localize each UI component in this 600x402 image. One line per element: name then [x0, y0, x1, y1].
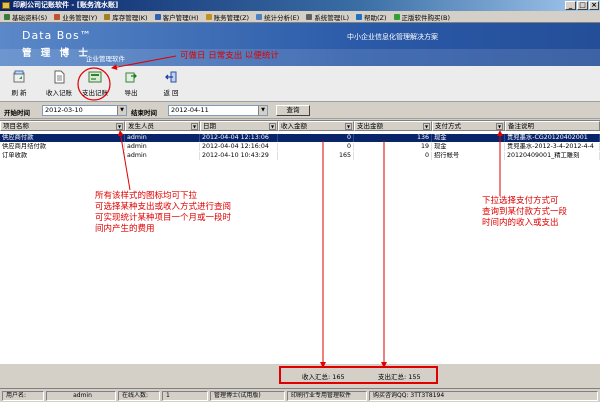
ledger-icon: [88, 70, 102, 84]
dropdown-filter-icon[interactable]: ▼: [116, 123, 123, 130]
window-title: 印刷公司记账软件 - [账务流水账]: [13, 1, 119, 9]
table-row[interactable]: 供应商月结付款 admin 2012-04-04 12:16:04 0 19 现…: [0, 143, 600, 151]
slogan: 中小企业信息化管理解决方案: [347, 33, 438, 41]
online-count: 1: [162, 391, 208, 401]
refresh-icon: [12, 70, 26, 84]
status-bar: 用户名: admin 在线人数: 1 管理博士(试用版) 印刷行业专用管理软件 …: [0, 388, 600, 402]
expense-entry-button[interactable]: 支出记账: [78, 70, 112, 97]
menu-customer[interactable]: 客户管理(H): [154, 12, 199, 22]
dropdown-filter-icon[interactable]: ▼: [269, 123, 276, 130]
column-header-payment-method[interactable]: 支付方式 ▼: [432, 121, 505, 131]
document-icon: [52, 70, 66, 84]
end-time-label: 结束时间: [131, 109, 157, 117]
menu-purchase[interactable]: 正版软件购买(B): [393, 12, 450, 22]
brand-english: Data Bos™: [22, 29, 92, 42]
column-header-note[interactable]: 备注说明: [505, 121, 600, 131]
maximize-button[interactable]: □: [577, 1, 588, 10]
refresh-button[interactable]: 刷 新: [2, 70, 36, 97]
expense-total: 支出汇总: 155: [378, 373, 421, 381]
contact-info: 购买咨询QQ: 3TT3T8194: [369, 391, 598, 401]
annotation-left: 所有该样式的图标均可下拉 可选择某种支出或收入方式进行查阅 可实现统计某种项目一…: [95, 191, 232, 234]
menu-accounts[interactable]: 账务管理(Z): [205, 12, 249, 22]
back-arrow-icon: [164, 70, 178, 84]
dropdown-filter-icon[interactable]: ▼: [423, 123, 430, 130]
table-row[interactable]: 供应商付款 admin 2012-04-04 12:13:06 0 136 现金…: [0, 134, 600, 142]
user-label: 用户名:: [2, 391, 44, 401]
export-icon: [124, 70, 138, 84]
start-time-label: 开始时间: [4, 109, 30, 117]
header-banner: Data Bos™ 管 理 博 士 企业管理软件 中小企业信息化管理解决方案: [0, 23, 600, 66]
close-button[interactable]: ×: [589, 1, 599, 10]
column-header-person[interactable]: 发生人员 ▼: [125, 121, 200, 131]
menu-business[interactable]: 业务管理(Y): [54, 12, 97, 22]
menu-bar: 基础资料(S) 业务管理(Y) 库存管理(K) 客户管理(H) 账务管理(Z) …: [0, 11, 600, 23]
edition: 管理博士(试用版): [210, 391, 285, 401]
brand-subtitle: 企业管理软件: [86, 55, 125, 63]
dropdown-filter-icon[interactable]: ▼: [191, 123, 198, 130]
title-bar: 印刷公司记账软件 - [账务流水账] _ □ ×: [0, 0, 600, 11]
dropdown-filter-icon[interactable]: ▼: [496, 123, 503, 130]
minimize-button[interactable]: _: [565, 1, 576, 10]
chevron-down-icon[interactable]: ▼: [117, 106, 126, 115]
app-icon: [2, 2, 10, 9]
annotation-right: 下拉选择支付方式可 查询到某付款方式一段 时间内的收入或支出: [482, 196, 568, 228]
toolbar: 刷 新 收入记账 支出记账 导出 返 回: [0, 66, 600, 102]
brand-chinese: 管 理 博 士: [22, 48, 91, 59]
column-header-date[interactable]: 日期 ▼: [200, 121, 278, 131]
search-bar: 开始时间 2012-03-10 ▼ 结束时间 2012-04-11 ▼ 查询: [0, 102, 600, 119]
column-header-item[interactable]: 项目名称 ▼: [0, 121, 125, 131]
online-label: 在线人数:: [118, 391, 160, 401]
product-name: 印刷行业专用管理软件: [287, 391, 367, 401]
menu-inventory[interactable]: 库存管理(K): [104, 12, 148, 22]
menu-system[interactable]: 系统管理(L): [306, 12, 349, 22]
income-entry-button[interactable]: 收入记账: [42, 70, 76, 97]
chevron-down-icon[interactable]: ▼: [258, 106, 267, 115]
summary-bar: 收入汇总: 165 支出汇总: 155: [0, 364, 600, 386]
query-button[interactable]: 查询: [276, 105, 310, 116]
user-name: admin: [46, 391, 116, 401]
ledger-table: 项目名称 ▼ 发生人员 ▼ 日期 ▼ 收入金额 ▼ 支出金额 ▼ 支付方式 ▼ 备注说明 供…: [0, 120, 600, 364]
end-date-picker[interactable]: 2012-04-11 ▼: [168, 105, 268, 116]
annotation-top: 可做日 日常支出 以便统计: [180, 51, 279, 61]
menu-statistics[interactable]: 统计分析(E): [256, 12, 299, 22]
menu-basic-data[interactable]: 基础资料(S): [4, 12, 47, 22]
income-total: 收入汇总: 165: [302, 373, 345, 381]
back-button[interactable]: 返 回: [154, 70, 188, 97]
column-header-expense[interactable]: 支出金额 ▼: [354, 121, 432, 131]
table-row[interactable]: 订单收款 admin 2012-04-10 10:43:29 165 0 招行帐…: [0, 152, 600, 160]
dropdown-filter-icon[interactable]: ▼: [345, 123, 352, 130]
start-date-picker[interactable]: 2012-03-10 ▼: [42, 105, 127, 116]
export-button[interactable]: 导出: [114, 70, 148, 97]
column-header-income[interactable]: 收入金额 ▼: [278, 121, 354, 131]
menu-help[interactable]: 帮助(Z): [355, 12, 387, 22]
